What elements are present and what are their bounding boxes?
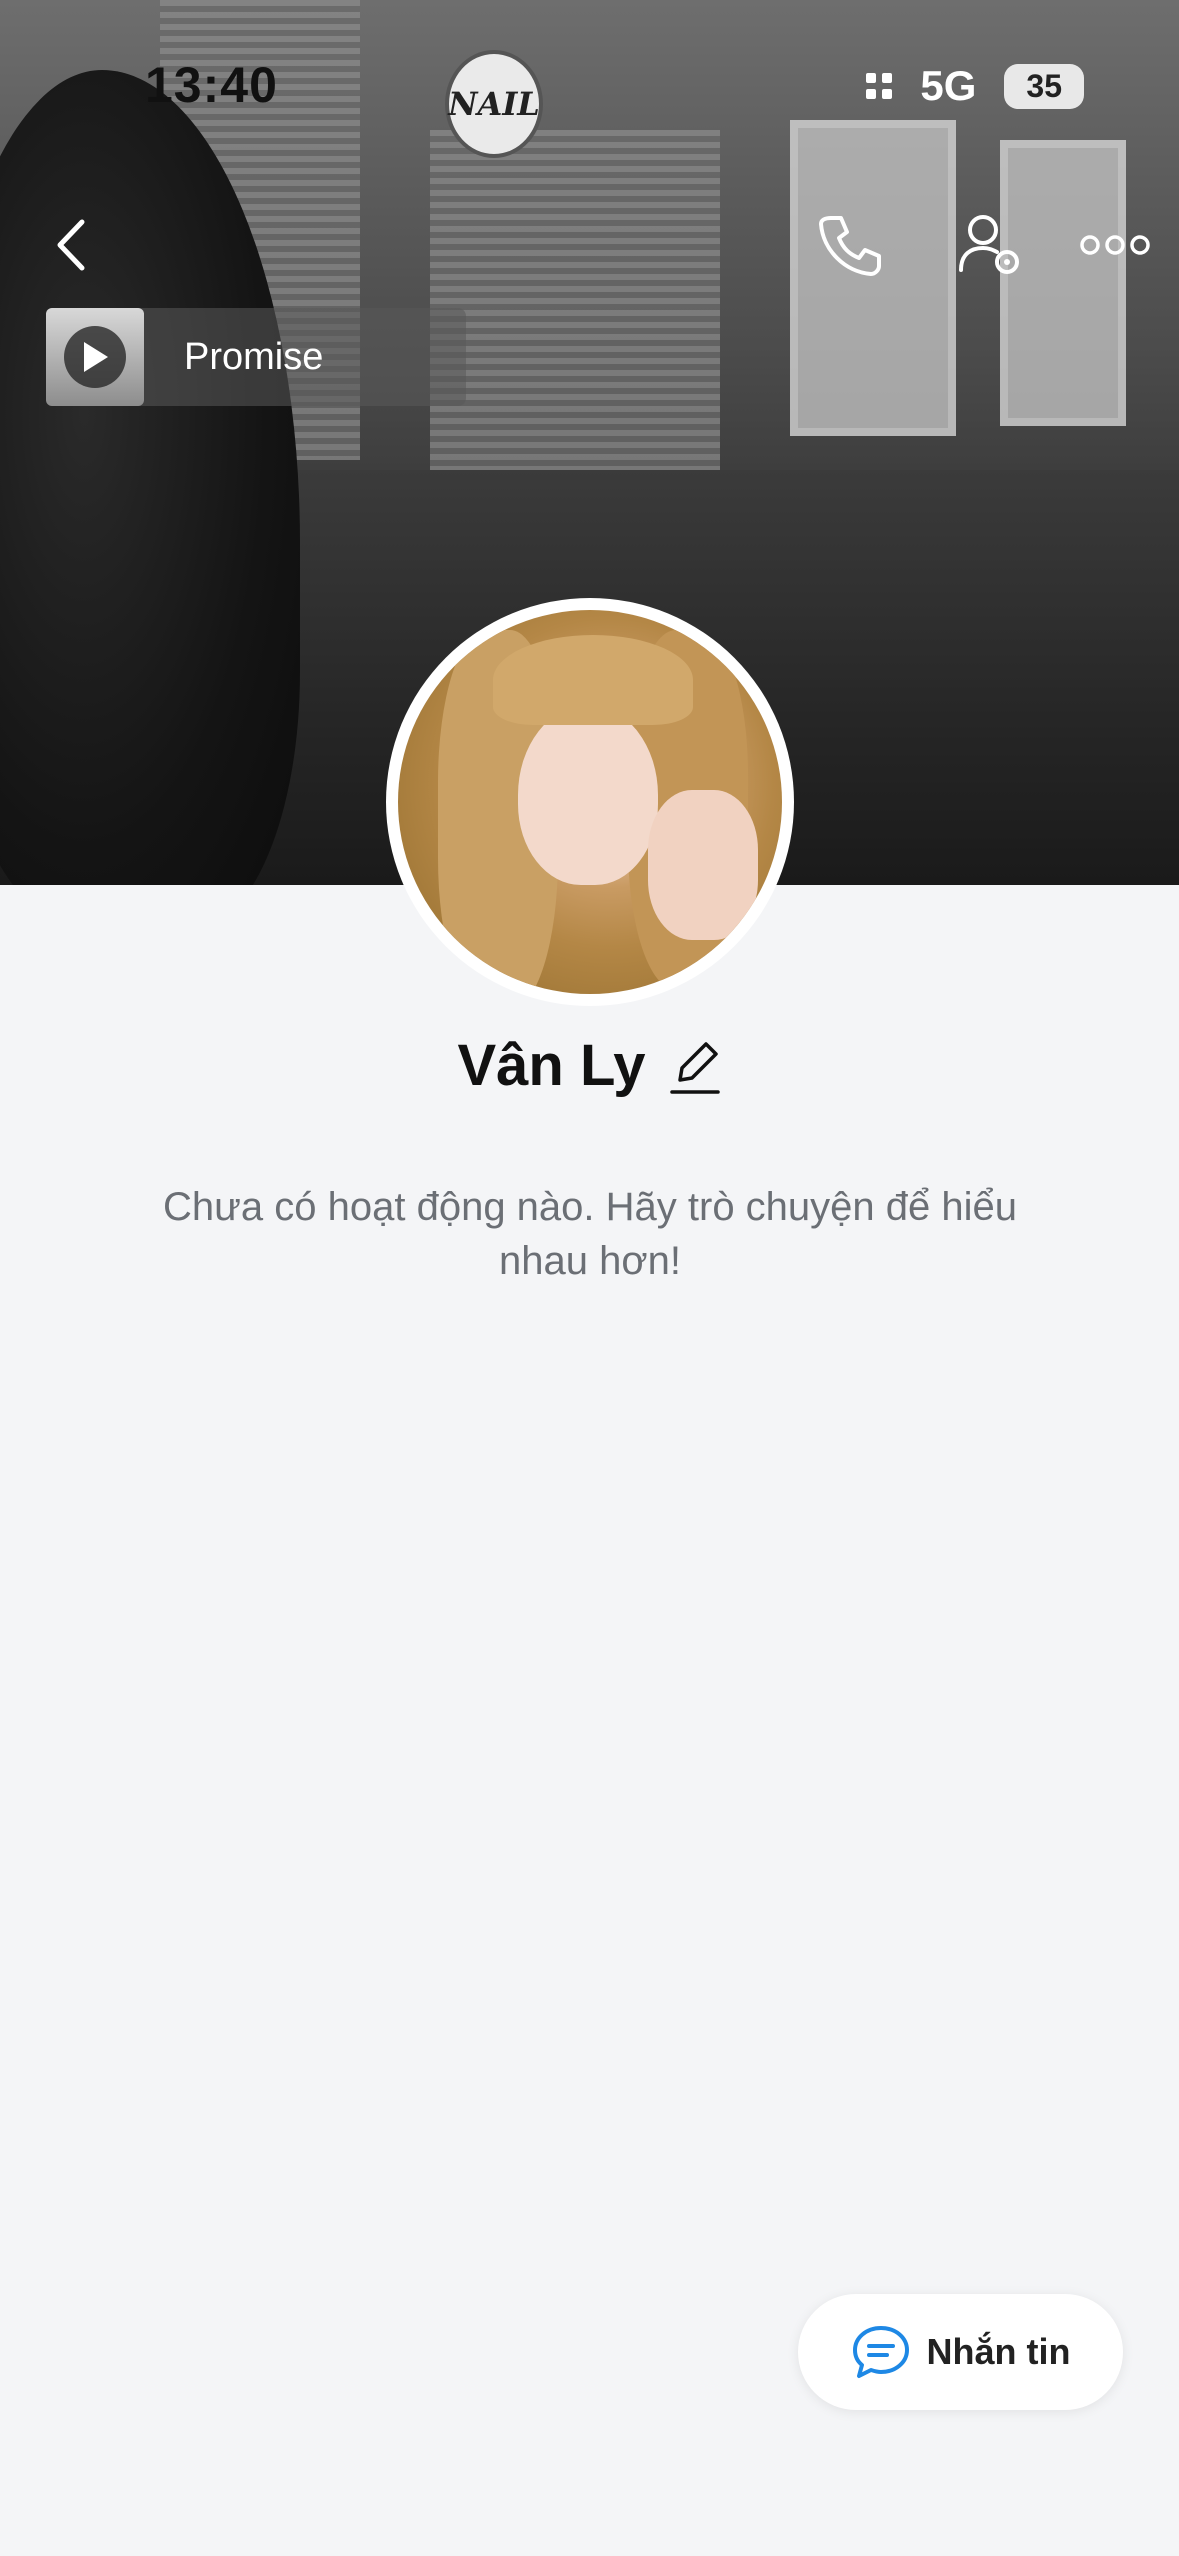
music-thumbnail (46, 308, 144, 406)
pencil-icon (669, 1041, 720, 1094)
user-settings-button[interactable] (945, 205, 1035, 285)
message-button[interactable]: Nhắn tin (798, 2294, 1123, 2410)
more-horizontal-icon (1080, 235, 1150, 255)
empty-activity-message: Chưa có hoạt động nào. Hãy trò chuyện để… (162, 1185, 1018, 1283)
user-settings-icon (959, 215, 1019, 274)
message-button-label: Nhắn tin (926, 2331, 1071, 2372)
chevron-left-icon (57, 219, 85, 271)
more-button[interactable] (1075, 215, 1155, 275)
status-indicators: 5G 35 (866, 62, 1084, 110)
music-title: Promise (184, 335, 324, 378)
play-button[interactable] (64, 326, 126, 388)
cover-shutter-center (430, 130, 720, 490)
profile-name: Vân Ly (457, 1033, 646, 1098)
avatar[interactable] (398, 610, 782, 994)
phone-icon (819, 216, 881, 276)
back-button[interactable] (36, 210, 106, 280)
status-time: 13:40 (145, 57, 278, 113)
play-icon (84, 342, 108, 372)
chat-icon (852, 2326, 909, 2378)
battery-icon: 35 (1004, 63, 1084, 109)
cover-sign: NAIL (445, 50, 543, 158)
call-button[interactable] (810, 205, 890, 285)
profile-name-row: Vân Ly (0, 1032, 1179, 1099)
profile-music[interactable]: Promise (46, 308, 466, 406)
edit-name-button[interactable] (668, 1036, 722, 1096)
network-type: 5G (920, 62, 977, 109)
signal-icon (866, 73, 893, 99)
